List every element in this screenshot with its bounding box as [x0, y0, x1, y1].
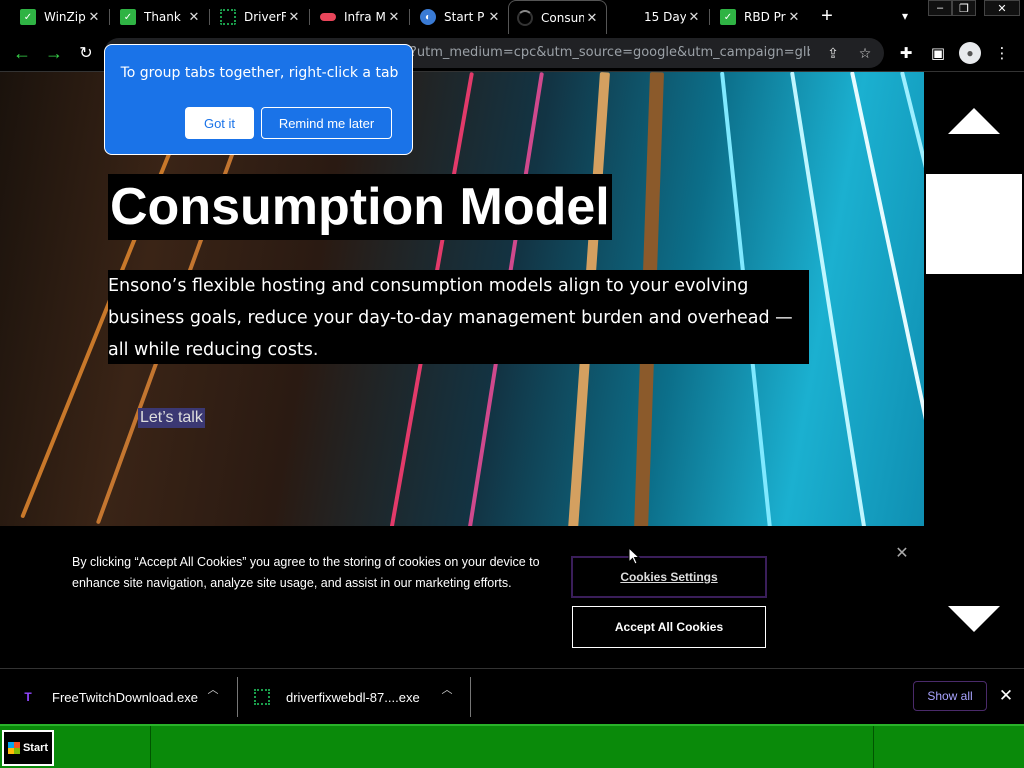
blank-icon — [620, 9, 636, 25]
download-filename: driverfixwebdl-87....exe — [286, 689, 420, 705]
tab-divider — [309, 9, 310, 25]
tab-rbd[interactable]: ✓ RBD Pr ✕ — [712, 0, 808, 34]
lets-talk-link[interactable]: Let’s talk — [138, 408, 205, 428]
windows-logo-icon — [7, 742, 20, 754]
hero-description: Ensono’s flexible hosting and consumptio… — [108, 270, 809, 364]
tab-start[interactable]: ◐ Start P ✕ — [412, 0, 508, 34]
close-icon[interactable]: ✕ — [686, 9, 702, 25]
tab-winzip[interactable]: ✓ WinZip ✕ — [12, 0, 108, 34]
tab-strip: ✓ WinZip ✕ ✓ Thank ✕ DriverF ✕ Infra M ✕… — [0, 0, 1024, 34]
got-it-button[interactable]: Got it — [185, 107, 254, 139]
winzip-icon: ✓ — [20, 9, 36, 25]
divider — [237, 677, 238, 717]
taskbar: Start — [0, 724, 1024, 768]
tab-label: WinZip — [44, 10, 86, 24]
download-shelf: T FreeTwitchDownload.exe ︿ driverfixwebd… — [0, 668, 1024, 724]
start-label: Start — [22, 742, 49, 754]
tab-driverfix[interactable]: DriverF ✕ — [212, 0, 308, 34]
cookie-banner: By clicking “Accept All Cookies” you agr… — [0, 526, 924, 668]
light-trail — [850, 72, 924, 532]
window-close-icon[interactable]: ✕ — [984, 0, 1020, 16]
tab-label: DriverF — [244, 10, 286, 24]
tab-label: Infra M — [344, 10, 386, 24]
start-button[interactable]: Start — [2, 730, 54, 766]
tab-divider — [209, 9, 210, 25]
tab-infra[interactable]: Infra M ✕ — [312, 0, 408, 34]
loading-icon — [517, 9, 533, 26]
extensions-puzzle-icon[interactable]: ✚ — [895, 42, 917, 64]
tab-label: Start P — [444, 10, 485, 24]
close-icon[interactable]: ✕ — [996, 686, 1016, 706]
tab-divider — [109, 9, 110, 25]
tab-consumption-active[interactable]: Consum ✕ — [508, 0, 607, 34]
divider — [150, 726, 151, 768]
profile-avatar-icon[interactable]: ● — [959, 42, 981, 64]
url-text[interactable]: ?utm_medium=cpc&utm_source=google&utm_ca… — [410, 45, 810, 60]
tab-15-day[interactable]: 15 Day ✕ — [612, 0, 708, 34]
scroll-down-arrow-icon[interactable] — [948, 606, 1000, 632]
twitch-icon: T — [24, 690, 32, 704]
chevron-up-icon[interactable]: ︿ — [205, 681, 221, 697]
close-icon[interactable]: ✕ — [786, 9, 802, 25]
minimize-icon[interactable]: ‒ — [928, 0, 952, 16]
close-icon[interactable]: ✕ — [186, 9, 202, 25]
driverfix-icon — [254, 689, 270, 705]
tab-label: Thank — [144, 10, 181, 24]
close-icon[interactable]: ✕ — [584, 10, 600, 26]
menu-kebab-icon[interactable]: ⋮ — [991, 42, 1013, 64]
restore-icon[interactable]: ❐ — [952, 0, 976, 16]
forward-arrow-icon[interactable]: → — [42, 41, 66, 65]
close-icon[interactable]: ✕ — [86, 9, 102, 25]
compass-icon: ◐ — [420, 9, 436, 25]
tab-divider — [709, 9, 710, 25]
tooltip-text: To group tabs together, right-click a ta… — [120, 65, 399, 81]
mouse-cursor-icon — [628, 547, 640, 565]
bookmark-star-icon[interactable]: ☆ — [855, 43, 875, 63]
tab-label: 15 Day — [644, 10, 686, 24]
close-icon[interactable]: ✕ — [486, 9, 502, 25]
tab-search-chevron-icon[interactable]: ▾ — [895, 6, 915, 26]
cookies-settings-button[interactable]: Cookies Settings — [571, 556, 767, 598]
side-panel-icon[interactable]: ▣ — [927, 42, 949, 64]
chevron-up-icon[interactable]: ︿ — [439, 681, 455, 697]
tab-group-tooltip: To group tabs together, right-click a ta… — [104, 44, 413, 155]
close-icon[interactable]: ✕ — [893, 544, 911, 562]
tab-label: Consum — [541, 10, 584, 25]
tab-label: RBD Pr — [744, 10, 786, 24]
close-icon[interactable]: ✕ — [386, 9, 402, 25]
scroll-up-arrow-icon[interactable] — [948, 108, 1000, 134]
reload-icon[interactable]: ↻ — [74, 41, 98, 65]
share-icon[interactable]: ⇪ — [823, 43, 843, 63]
driverfix-icon — [220, 9, 236, 25]
ensono-icon — [320, 13, 336, 21]
scrollbar-thumb[interactable] — [926, 174, 1022, 274]
download-filename: FreeTwitchDownload.exe — [52, 689, 198, 705]
new-tab-button[interactable]: + — [816, 5, 838, 27]
close-icon[interactable]: ✕ — [286, 9, 302, 25]
divider — [470, 677, 471, 717]
tab-divider — [409, 9, 410, 25]
page-title: Consumption Model — [108, 174, 612, 240]
download-item[interactable]: driverfixwebdl-87....exe — [254, 677, 420, 717]
accept-all-cookies-button[interactable]: Accept All Cookies — [572, 606, 766, 648]
download-item[interactable]: T FreeTwitchDownload.exe — [20, 677, 198, 717]
winzip-icon: ✓ — [120, 9, 136, 25]
back-arrow-icon[interactable]: ← — [10, 41, 34, 65]
light-trail — [900, 72, 924, 532]
winzip-icon: ✓ — [720, 9, 736, 25]
cookie-consent-text: By clicking “Accept All Cookies” you agr… — [72, 555, 540, 590]
remind-me-later-button[interactable]: Remind me later — [261, 107, 392, 139]
show-all-button[interactable]: Show all — [913, 681, 987, 711]
tab-thank[interactable]: ✓ Thank ✕ — [112, 0, 208, 34]
divider — [873, 726, 874, 768]
